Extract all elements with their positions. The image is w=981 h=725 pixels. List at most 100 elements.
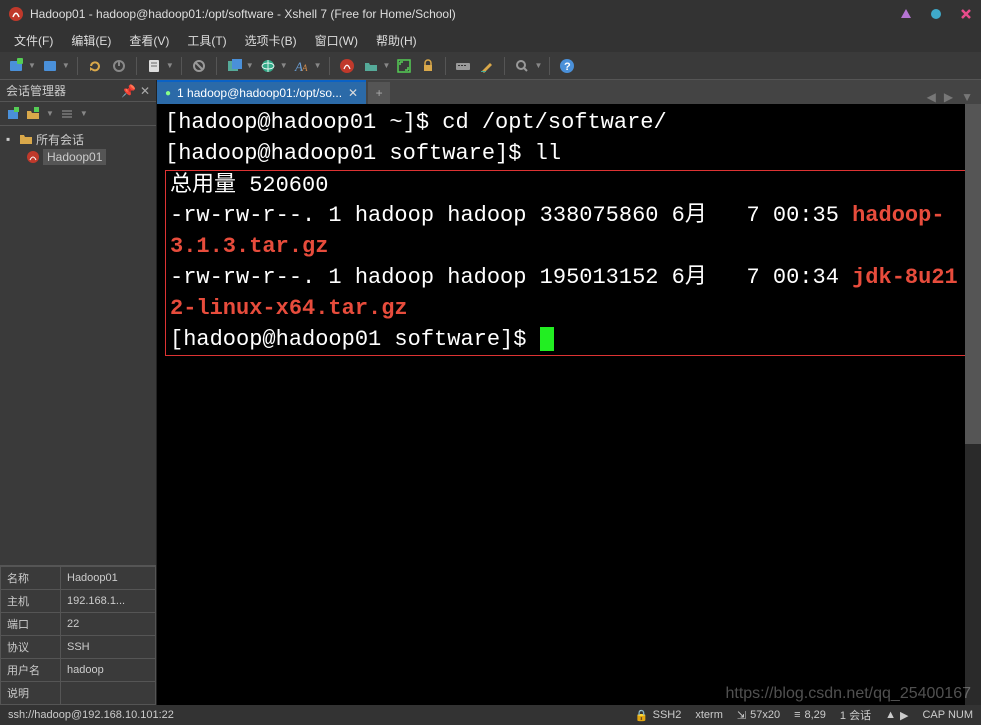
- dropdown-icon[interactable]: ▼: [534, 61, 542, 70]
- content-area: ● 1 hadoop@hadoop01:/opt/so... ✕ + ◀ ▶ ▼…: [157, 80, 981, 705]
- prop-value: 192.168.1...: [61, 590, 156, 613]
- terminal[interactable]: [hadoop@hadoop01 ~]$ cd /opt/software/[h…: [157, 104, 981, 705]
- prop-value: SSH: [61, 636, 156, 659]
- fullscreen-icon[interactable]: [394, 56, 414, 76]
- tab-list-icon[interactable]: ▼: [961, 90, 973, 104]
- close-panel-icon[interactable]: ✕: [140, 84, 150, 98]
- prop-row-desc: 说明: [1, 682, 156, 705]
- minimize-icon[interactable]: [899, 7, 913, 21]
- tree-item-hadoop01[interactable]: Hadoop01: [4, 148, 156, 166]
- pin-icon[interactable]: 📌: [121, 84, 136, 98]
- menu-view[interactable]: 查看(V): [121, 29, 177, 52]
- status-connection: ssh://hadoop@192.168.10.101:22: [8, 709, 621, 721]
- down-icon[interactable]: ▶: [900, 709, 908, 722]
- menu-window[interactable]: 窗口(W): [307, 29, 366, 52]
- tab-nav: ◀ ▶ ▼: [927, 90, 981, 104]
- term-line: 总用量 520600: [170, 171, 968, 202]
- copy-icon[interactable]: [189, 56, 209, 76]
- sidebar: 会话管理器 📌 ✕ ▼ ▼ ▪ 所有会话 Hadoop01 名称Hadoop0: [0, 80, 157, 705]
- menu-help[interactable]: 帮助(H): [368, 29, 425, 52]
- dropdown-icon[interactable]: ▼: [62, 61, 70, 70]
- term-text: -rw-rw-r--. 1 hadoop hadoop 338075860 6月…: [170, 203, 852, 228]
- separator: [136, 57, 137, 75]
- prop-label: 端口: [1, 613, 61, 636]
- separator: [77, 57, 78, 75]
- position-icon: ≡: [794, 709, 800, 721]
- term-line: -rw-rw-r--. 1 hadoop hadoop 338075860 6月…: [170, 201, 968, 263]
- tab-next-icon[interactable]: ▶: [944, 90, 953, 104]
- up-icon[interactable]: ▲: [885, 709, 896, 721]
- prop-row-user: 用户名hadoop: [1, 659, 156, 682]
- keyboard-icon[interactable]: [453, 56, 473, 76]
- status-term: xterm: [695, 709, 723, 721]
- prop-row-proto: 协议SSH: [1, 636, 156, 659]
- dropdown-icon[interactable]: ▼: [46, 109, 54, 118]
- prop-value: 22: [61, 613, 156, 636]
- new-folder-icon[interactable]: [26, 107, 40, 121]
- dropdown-icon[interactable]: ▼: [246, 61, 254, 70]
- status-ssh: 🔒SSH2: [635, 709, 681, 722]
- status-size-label: 57x20: [750, 709, 780, 721]
- separator: [549, 57, 550, 75]
- dropdown-icon[interactable]: ▼: [166, 61, 174, 70]
- prop-value: hadoop: [61, 659, 156, 682]
- menu-tabs[interactable]: 选项卡(B): [237, 29, 305, 52]
- highlight-icon[interactable]: [477, 56, 497, 76]
- disconnect-icon[interactable]: [109, 56, 129, 76]
- status-pos: ≡8,29: [794, 709, 826, 721]
- folder-icon[interactable]: [361, 56, 381, 76]
- title-bar: Hadoop01 - hadoop@hadoop01:/opt/software…: [0, 0, 981, 28]
- tab-label: 1 hadoop@hadoop01:/opt/so...: [177, 86, 342, 100]
- menu-tools[interactable]: 工具(T): [179, 29, 234, 52]
- tab-active[interactable]: ● 1 hadoop@hadoop01:/opt/so... ✕: [157, 80, 366, 104]
- new-session-icon[interactable]: [6, 56, 26, 76]
- open-icon[interactable]: [40, 56, 60, 76]
- lock-icon[interactable]: [418, 56, 438, 76]
- scrollbar[interactable]: [965, 104, 981, 705]
- tree-root-label: 所有会话: [36, 131, 84, 148]
- help-icon[interactable]: ?: [557, 56, 577, 76]
- maximize-icon[interactable]: [929, 7, 943, 21]
- prop-value: Hadoop01: [61, 567, 156, 590]
- dropdown-icon[interactable]: ▼: [280, 61, 288, 70]
- status-ssh-label: SSH2: [653, 709, 682, 721]
- dropdown-icon[interactable]: ▼: [28, 61, 36, 70]
- term-line: [hadoop@hadoop01 software]$ ll: [165, 139, 973, 170]
- tree-root[interactable]: ▪ 所有会话: [4, 130, 156, 148]
- tab-bar: ● 1 hadoop@hadoop01:/opt/so... ✕ + ◀ ▶ ▼: [157, 80, 981, 104]
- tab-add-button[interactable]: +: [368, 82, 390, 104]
- properties-icon[interactable]: [144, 56, 164, 76]
- folder-icon: [19, 133, 33, 145]
- tab-prev-icon[interactable]: ◀: [927, 90, 936, 104]
- status-bar: ssh://hadoop@192.168.10.101:22 🔒SSH2 xte…: [0, 705, 981, 725]
- scrollbar-thumb[interactable]: [965, 104, 981, 444]
- menu-edit[interactable]: 编辑(E): [63, 29, 119, 52]
- sidebar-toolbar: ▼ ▼: [0, 102, 156, 126]
- collapse-icon[interactable]: ▪: [6, 132, 16, 146]
- separator: [216, 57, 217, 75]
- new-icon[interactable]: [6, 107, 20, 121]
- list-icon[interactable]: [60, 107, 74, 121]
- prop-row-name: 名称Hadoop01: [1, 567, 156, 590]
- tab-close-icon[interactable]: ✕: [348, 86, 358, 100]
- app-icon: [8, 6, 24, 22]
- dropdown-icon[interactable]: ▼: [383, 61, 391, 70]
- menu-bar: 文件(F) 编辑(E) 查看(V) 工具(T) 选项卡(B) 窗口(W) 帮助(…: [0, 28, 981, 52]
- globe-icon[interactable]: [258, 56, 278, 76]
- status-caps: CAP NUM: [922, 709, 973, 721]
- dropdown-icon[interactable]: ▼: [314, 61, 322, 70]
- dropdown-icon[interactable]: ▼: [80, 109, 88, 118]
- xshell-icon[interactable]: [337, 56, 357, 76]
- sidebar-title: 会话管理器: [6, 82, 117, 99]
- reconnect-icon[interactable]: [85, 56, 105, 76]
- font-icon[interactable]: AA: [292, 56, 312, 76]
- svg-text:A: A: [301, 63, 308, 73]
- prop-row-port: 端口22: [1, 613, 156, 636]
- separator: [445, 57, 446, 75]
- status-size: ⇲57x20: [737, 709, 780, 722]
- search-icon[interactable]: [512, 56, 532, 76]
- prop-value: [61, 682, 156, 705]
- paste-icon[interactable]: [224, 56, 244, 76]
- menu-file[interactable]: 文件(F): [6, 29, 61, 52]
- close-icon[interactable]: [959, 7, 973, 21]
